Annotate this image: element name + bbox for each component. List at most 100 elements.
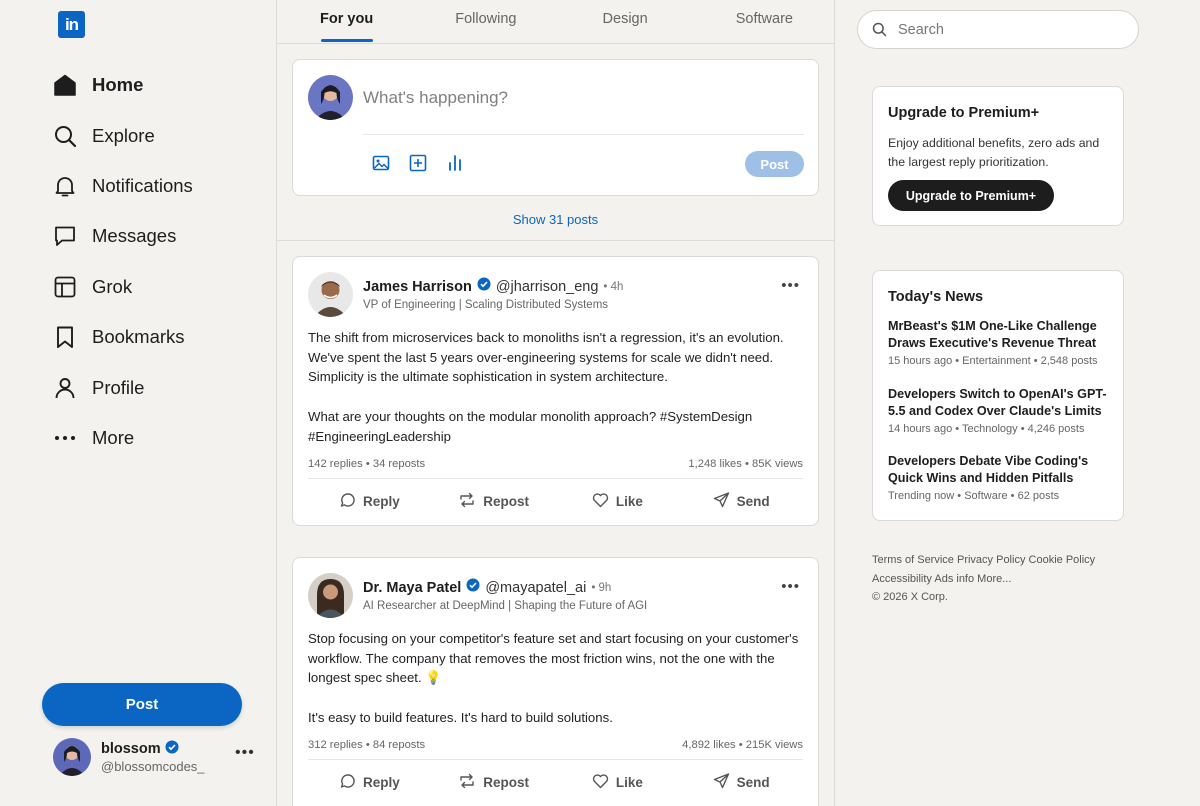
post-header: James Harrison @jharrison_eng • 4h [363,277,623,296]
nav-item-messages[interactable]: Messages [52,211,193,261]
news-meta: 14 hours ago • Technology • 4,246 posts [888,423,1085,435]
news-item[interactable]: MrBeast's $1M One-Like Challenge Draws E… [888,318,1113,367]
nav-label: Messages [92,225,177,247]
nav-label: Home [92,74,144,96]
post-text-line: Stop focusing on your competitor's featu… [308,631,799,646]
compose-input[interactable] [363,86,783,110]
footer-link-privacy[interactable]: Privacy Policy [957,554,1025,566]
repost-label: Repost [483,493,529,509]
heart-icon [592,492,609,511]
premium-title: Upgrade to Premium+ [888,105,1040,121]
more-options-icon[interactable]: ••• [781,578,800,595]
footer-link-accessibility[interactable]: Accessibility [872,573,932,585]
account-switcher[interactable]: blossom @blossomcodes_ ••• [53,738,263,778]
nav-label: Bookmarks [92,326,185,348]
add-media-icon[interactable] [409,154,427,172]
nav-item-more[interactable]: More [52,413,193,463]
nav-item-notifications[interactable]: Notifications [52,161,193,211]
post-button[interactable]: Post [42,683,242,726]
search-input[interactable] [898,20,1118,40]
footer-link-ads-info[interactable]: Ads info [934,573,974,585]
like-label: Like [615,774,643,790]
post-actions: Reply Repost Like Send [308,486,803,516]
news-headline: MrBeast's $1M One-Like Challenge Draws E… [888,319,1097,350]
home-icon [52,72,78,98]
repost-button[interactable]: Repost [432,486,556,516]
tab-design[interactable]: Design [556,0,695,43]
footer-link-more[interactable]: More... [977,573,1011,585]
more-options-icon[interactable]: ••• [781,277,800,294]
nav-item-grok[interactable]: Grok [52,262,193,312]
author-name[interactable]: James Harrison [363,279,472,295]
footer-link-cookies[interactable]: Cookie Policy [1029,554,1096,566]
news-meta: 15 hours ago • Entertainment • 2,548 pos… [888,355,1098,367]
upgrade-button[interactable]: Upgrade to Premium+ [888,180,1054,211]
linkedin-logo[interactable]: in [58,11,85,38]
post-text-line: It's easy to build features. It's hard t… [308,709,613,725]
post-stats-replies[interactable]: 142 replies • 34 reposts [308,458,425,470]
bookmark-icon [52,324,78,350]
nav-item-home[interactable]: Home [52,60,193,110]
poll-icon[interactable] [446,154,464,172]
nav-item-explore[interactable]: Explore [52,110,193,160]
grok-icon [52,274,78,300]
image-icon[interactable] [372,154,390,172]
avatar[interactable] [308,272,353,317]
avatar [308,75,353,120]
send-button[interactable]: Send [679,486,803,516]
feed-post: Dr. Maya Patel @mayapatel_ai • 9h AI Res… [292,557,819,806]
user-name-text: blossom [101,741,161,757]
tab-software[interactable]: Software [695,0,834,43]
nav-item-bookmarks[interactable]: Bookmarks [52,312,193,362]
search-icon [52,123,78,149]
footer-links: Terms of Service Privacy Policy Cookie P… [872,551,1112,607]
send-label: Send [736,493,770,509]
footer-link-terms[interactable]: Terms of Service [872,554,954,566]
nav-label: Profile [92,376,145,398]
author-handle[interactable]: @mayapatel_ai [485,580,586,596]
author-handle[interactable]: @jharrison_eng [496,279,599,295]
left-sidebar: in Home Explore Notifications Messages G… [0,0,277,806]
post-text-line: longest spec sheet. 💡 [308,670,442,686]
verified-icon [466,578,480,597]
post-stats-likes[interactable]: 1,248 likes • 85K views [688,458,803,470]
post-text-line: The shift from microservices back to mon… [308,330,784,345]
more-options-icon[interactable]: ••• [235,744,255,762]
post-stats-replies[interactable]: 312 replies • 84 reposts [308,739,425,751]
nav-item-profile[interactable]: Profile [52,362,193,412]
post-composer: Post [292,59,819,196]
post-stats-likes[interactable]: 4,892 likes • 215K views [682,739,803,751]
compose-post-button[interactable]: Post [745,151,804,177]
news-meta: Trending now • Software • 62 posts [888,490,1060,502]
reply-icon [340,492,356,511]
news-item[interactable]: Developers Switch to OpenAI's GPT-5.5 an… [888,386,1113,435]
repost-icon [458,492,476,511]
send-icon [713,491,730,511]
post-body: Stop focusing on your competitor's featu… [308,629,803,728]
premium-card: Upgrade to Premium+ Enjoy additional ben… [872,86,1124,226]
repost-button[interactable]: Repost [432,767,556,797]
reply-button[interactable]: Reply [308,486,432,516]
post-text-line: What are your thoughts on the modular mo… [308,408,753,424]
show-new-posts-link[interactable]: Show 31 posts [277,212,834,227]
more-icon [52,425,78,451]
like-button[interactable]: Like [556,486,680,516]
repost-label: Repost [483,774,529,790]
send-button[interactable]: Send [679,767,803,797]
user-handle: @blossomcodes_ [101,759,205,774]
post-text-line: workflow. The company that removes the m… [308,650,775,666]
divider [277,240,834,241]
divider [308,478,803,479]
main-feed: For you Following Design Software Post S… [277,0,835,806]
news-title: Today's News [888,289,984,305]
reply-button[interactable]: Reply [308,767,432,797]
news-item[interactable]: Developers Debate Vibe Coding's Quick Wi… [888,453,1113,502]
avatar [53,738,91,776]
like-button[interactable]: Like [556,767,680,797]
divider [308,759,803,760]
post-body: The shift from microservices back to mon… [308,328,803,446]
avatar[interactable] [308,573,353,618]
author-name[interactable]: Dr. Maya Patel [363,580,461,596]
tab-following[interactable]: Following [416,0,555,43]
tab-for-you[interactable]: For you [277,0,416,43]
